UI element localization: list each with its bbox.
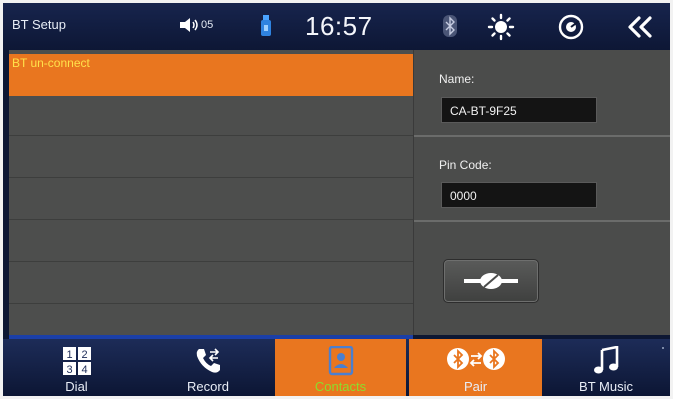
clock: 16:57: [305, 11, 373, 41]
pin-code-field[interactable]: 0000: [441, 182, 597, 208]
device-name-field[interactable]: CA-BT-9F25: [441, 97, 597, 123]
svg-text:2: 2: [81, 349, 87, 361]
list-divider: [9, 177, 413, 178]
link-icon: [464, 273, 518, 289]
top-bar: BT Setup 05 16:57: [3, 3, 670, 50]
brightness-icon[interactable]: [487, 13, 515, 41]
volume-indicator[interactable]: 05: [178, 16, 213, 34]
dock-pair-button[interactable]: Pair: [409, 339, 542, 396]
dock-record-button[interactable]: Record: [141, 339, 275, 396]
contacts-icon: [328, 346, 353, 376]
connection-status: BT un-connect: [12, 56, 90, 70]
device-list-item[interactable]: BT un-connect: [9, 54, 413, 96]
navigation-icon[interactable]: [557, 13, 585, 41]
speaker-icon: [180, 18, 198, 32]
bt-setup-screen: BT Setup 05 16:57 BT un-connect Name: CA…: [3, 3, 670, 396]
dock-label-pair: Pair: [463, 379, 488, 394]
section-divider: [414, 135, 670, 137]
svg-text:4: 4: [81, 364, 87, 376]
svg-text:3: 3: [66, 364, 72, 376]
list-divider: [9, 219, 413, 220]
screen-title: BT Setup: [12, 17, 66, 32]
page-indicator-dot: [662, 347, 664, 349]
dock-bt-music-button[interactable]: BT Music: [542, 339, 670, 396]
dock-label-bt-music: BT Music: [579, 379, 633, 394]
connect-button[interactable]: [443, 259, 539, 303]
volume-level: 05: [201, 19, 214, 31]
dock-label-dial: Dial: [65, 379, 88, 394]
music-note-icon: [594, 346, 619, 374]
dialpad-icon: 1 2 3 4: [62, 347, 91, 376]
dock-dial-button[interactable]: 1 2 3 4 Dial: [12, 339, 141, 396]
list-divider: [9, 261, 413, 262]
bt-settings-panel: Name: CA-BT-9F25 Pin Code: 0000: [414, 50, 670, 335]
bottom-dock: 1 2 3 4 Dial Record Contacts Pair BT Mus…: [3, 339, 670, 396]
bluetooth-pair-icon: [446, 348, 505, 370]
usb-icon: [261, 15, 271, 36]
name-label: Name:: [439, 72, 475, 86]
dock-label-contacts: Contacts: [314, 379, 367, 394]
call-record-icon: [196, 348, 220, 373]
svg-text:1: 1: [66, 349, 72, 361]
dock-contacts-button[interactable]: Contacts: [275, 339, 406, 396]
back-icon[interactable]: [627, 16, 653, 38]
list-divider: [9, 135, 413, 136]
list-divider: [9, 303, 413, 304]
section-divider: [414, 220, 670, 222]
device-list-panel: BT un-connect: [9, 50, 414, 335]
bluetooth-icon[interactable]: [443, 15, 457, 37]
dock-label-record: Record: [187, 379, 229, 394]
pin-code-label: Pin Code:: [439, 158, 492, 172]
